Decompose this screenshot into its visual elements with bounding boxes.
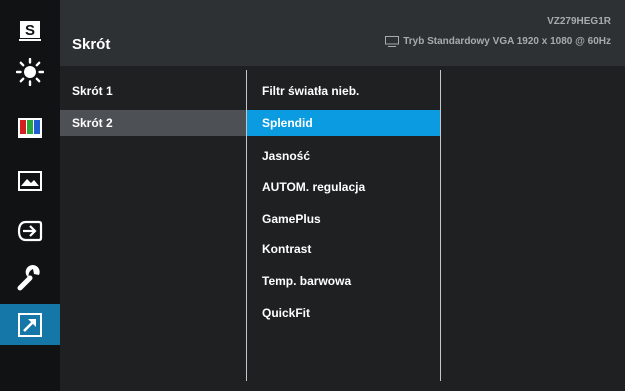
splendid-s-icon: S <box>19 20 41 41</box>
monitor-icon <box>385 36 400 47</box>
sidebar-item-input[interactable] <box>0 210 60 251</box>
list-item-gameplus[interactable]: GamePlus <box>247 206 440 232</box>
list-item-shortcut-1[interactable]: Skrót 1 <box>60 78 246 104</box>
monitor-osd: S Skrót VZ279HEG1R Tryb Standardowy VGA … <box>0 0 625 391</box>
sidebar-item-image[interactable] <box>0 160 60 201</box>
sidebar-item-splendid[interactable]: S <box>0 10 60 51</box>
osd-sidebar: S <box>0 0 60 391</box>
system-wrench-icon <box>17 264 40 290</box>
sidebar-item-shortcut[interactable] <box>0 304 60 345</box>
sidebar-item-system[interactable] <box>0 257 60 298</box>
page-title: Skrót <box>72 36 111 53</box>
sidebar-item-brightness[interactable] <box>0 51 60 92</box>
status-info: Tryb Standardowy VGA 1920 x 1080 @ 60Hz <box>385 36 611 47</box>
osd-header: Skrót VZ279HEG1R Tryb Standardowy VGA 19… <box>60 0 625 66</box>
function-list: Filtr światła nieb. Splendid Jasność AUT… <box>247 66 440 391</box>
shortcut-list: Skrót 1 Skrót 2 <box>60 66 246 391</box>
status-text: Tryb Standardowy VGA 1920 x 1080 @ 60Hz <box>403 36 611 47</box>
list-item-shortcut-2[interactable]: Skrót 2 <box>60 110 246 136</box>
column-divider <box>440 70 441 381</box>
image-landscape-icon <box>18 170 42 191</box>
list-item-blue-light[interactable]: Filtr światła nieb. <box>247 78 440 104</box>
list-item-contrast[interactable]: Kontrast <box>247 236 440 262</box>
list-item-quickfit[interactable]: QuickFit <box>247 300 440 326</box>
brightness-sun-icon <box>16 57 44 86</box>
color-bars-icon <box>18 117 42 138</box>
list-item-auto-adjust[interactable]: AUTOM. regulacja <box>247 174 440 200</box>
list-item-splendid[interactable]: Splendid <box>247 110 440 136</box>
model-name: VZ279HEG1R <box>547 16 611 27</box>
sidebar-item-color[interactable] <box>0 107 60 148</box>
list-item-brightness[interactable]: Jasność <box>247 143 440 169</box>
shortcut-arrow-icon <box>18 312 42 337</box>
list-item-color-temp[interactable]: Temp. barwowa <box>247 268 440 294</box>
sidebar-s-label: S <box>25 22 35 39</box>
input-select-icon <box>17 220 43 241</box>
